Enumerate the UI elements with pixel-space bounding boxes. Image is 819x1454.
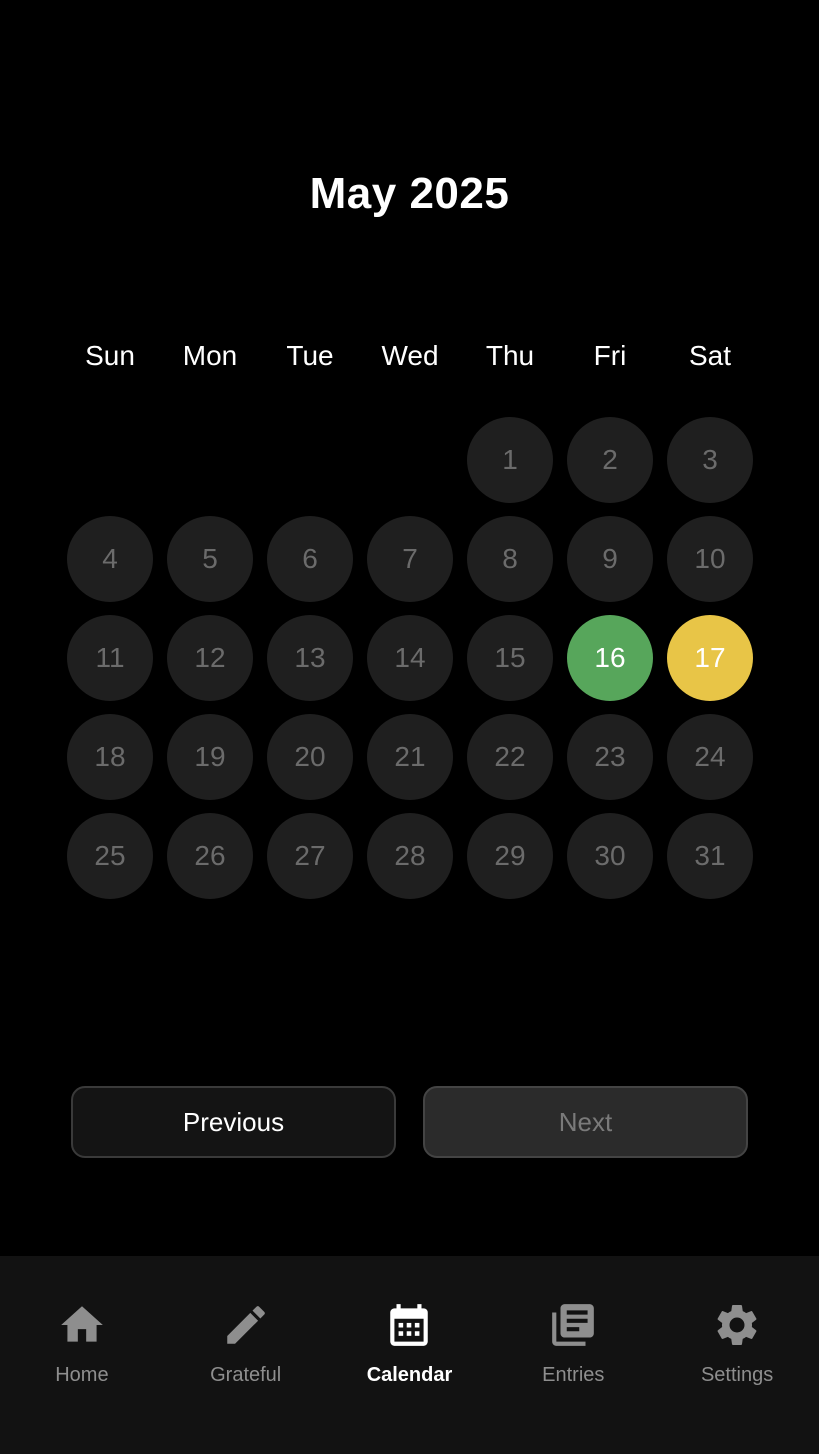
tab-grateful[interactable]: Grateful (164, 1256, 328, 1454)
tab-label: Grateful (210, 1364, 282, 1386)
tab-label: Home (55, 1364, 109, 1386)
day-11-button[interactable]: 11 (67, 615, 153, 701)
weekday-sat: Sat (688, 340, 732, 371)
library-books-icon (552, 1304, 595, 1346)
day-19-button[interactable]: 19 (167, 714, 253, 800)
day-cell: 18 (60, 714, 160, 813)
day-cell: 4 (60, 516, 160, 615)
weekday-wed: Wed (381, 340, 439, 371)
day-cell: 9 (560, 516, 660, 615)
day-cell: 8 (460, 516, 560, 615)
day-cell: 16 (560, 615, 660, 714)
tab-label: Entries (542, 1364, 605, 1386)
day-10-button[interactable]: 10 (667, 516, 753, 602)
tab-settings[interactable]: Settings (655, 1256, 819, 1454)
day-cell: 21 (360, 714, 460, 813)
day-cell: 29 (460, 813, 560, 912)
day-cell: 17 (660, 615, 760, 714)
weekday-mon: Mon (182, 340, 238, 371)
day-cell: 6 (260, 516, 360, 615)
empty-cell (360, 417, 460, 516)
day-25-button[interactable]: 25 (67, 813, 153, 899)
day-31-button[interactable]: 31 (667, 813, 753, 899)
day-cell: 23 (560, 714, 660, 813)
day-16-button[interactable]: 16 (567, 615, 653, 701)
day-22-button[interactable]: 22 (467, 714, 553, 800)
day-cell: 15 (460, 615, 560, 714)
day-23-button[interactable]: 23 (567, 714, 653, 800)
day-12-button[interactable]: 12 (167, 615, 253, 701)
day-cell: 5 (160, 516, 260, 615)
day-17-button[interactable]: 17 (667, 615, 753, 701)
day-18-button[interactable]: 18 (67, 714, 153, 800)
day-cell: 28 (360, 813, 460, 912)
day-1-button[interactable]: 1 (467, 417, 553, 503)
empty-cell (260, 417, 360, 516)
weekday-header-row: Sun Mon Tue Wed Thu Fri Sat (60, 336, 760, 376)
weekday-thu: Thu (485, 340, 535, 371)
gear-icon (717, 1305, 757, 1345)
day-cell: 20 (260, 714, 360, 813)
weekday-fri: Fri (593, 340, 627, 371)
calendar-icon (390, 1304, 429, 1346)
day-24-button[interactable]: 24 (667, 714, 753, 800)
next-month-button[interactable]: Next (423, 1086, 748, 1158)
home-icon (61, 1306, 103, 1342)
day-28-button[interactable]: 28 (367, 813, 453, 899)
day-8-button[interactable]: 8 (467, 516, 553, 602)
weekday-tue: Tue (286, 340, 334, 371)
day-cell: 11 (60, 615, 160, 714)
day-cell: 24 (660, 714, 760, 813)
previous-month-button[interactable]: Previous (71, 1086, 396, 1158)
day-6-button[interactable]: 6 (267, 516, 353, 602)
day-cell: 26 (160, 813, 260, 912)
day-27-button[interactable]: 27 (267, 813, 353, 899)
day-cell: 12 (160, 615, 260, 714)
month-navigation: Previous Next (71, 1086, 748, 1158)
tab-label: Calendar (366, 1364, 453, 1386)
tab-calendar[interactable]: Calendar (328, 1256, 492, 1454)
day-cell: 30 (560, 813, 660, 912)
day-cell: 14 (360, 615, 460, 714)
tab-label: Settings (700, 1364, 774, 1386)
day-13-button[interactable]: 13 (267, 615, 353, 701)
day-14-button[interactable]: 14 (367, 615, 453, 701)
day-cell: 31 (660, 813, 760, 912)
day-cell: 7 (360, 516, 460, 615)
day-29-button[interactable]: 29 (467, 813, 553, 899)
day-4-button[interactable]: 4 (67, 516, 153, 602)
day-26-button[interactable]: 26 (167, 813, 253, 899)
day-3-button[interactable]: 3 (667, 417, 753, 503)
day-cell: 27 (260, 813, 360, 912)
weekday-sun: Sun (85, 340, 135, 371)
day-cell: 1 (460, 417, 560, 516)
day-5-button[interactable]: 5 (167, 516, 253, 602)
empty-cell (160, 417, 260, 516)
bottom-tab-bar: Home Grateful Calendar Entries Settings (0, 1256, 819, 1454)
calendar-grid: 1 2 3 4 5 6 7 8 9 10 11 12 13 14 15 16 17 18 19 20 21 22 23 24 2… (60, 417, 760, 912)
day-cell: 10 (660, 516, 760, 615)
tab-home[interactable]: Home (0, 1256, 164, 1454)
empty-cell (60, 417, 160, 516)
day-cell: 22 (460, 714, 560, 813)
day-20-button[interactable]: 20 (267, 714, 353, 800)
day-2-button[interactable]: 2 (567, 417, 653, 503)
day-cell: 13 (260, 615, 360, 714)
day-21-button[interactable]: 21 (367, 714, 453, 800)
day-9-button[interactable]: 9 (567, 516, 653, 602)
month-title: May 2025 (309, 169, 510, 218)
day-cell: 2 (560, 417, 660, 516)
day-cell: 25 (60, 813, 160, 912)
day-7-button[interactable]: 7 (367, 516, 453, 602)
day-15-button[interactable]: 15 (467, 615, 553, 701)
pencil-icon (226, 1306, 265, 1344)
day-cell: 3 (660, 417, 760, 516)
tab-entries[interactable]: Entries (491, 1256, 655, 1454)
day-cell: 19 (160, 714, 260, 813)
day-30-button[interactable]: 30 (567, 813, 653, 899)
